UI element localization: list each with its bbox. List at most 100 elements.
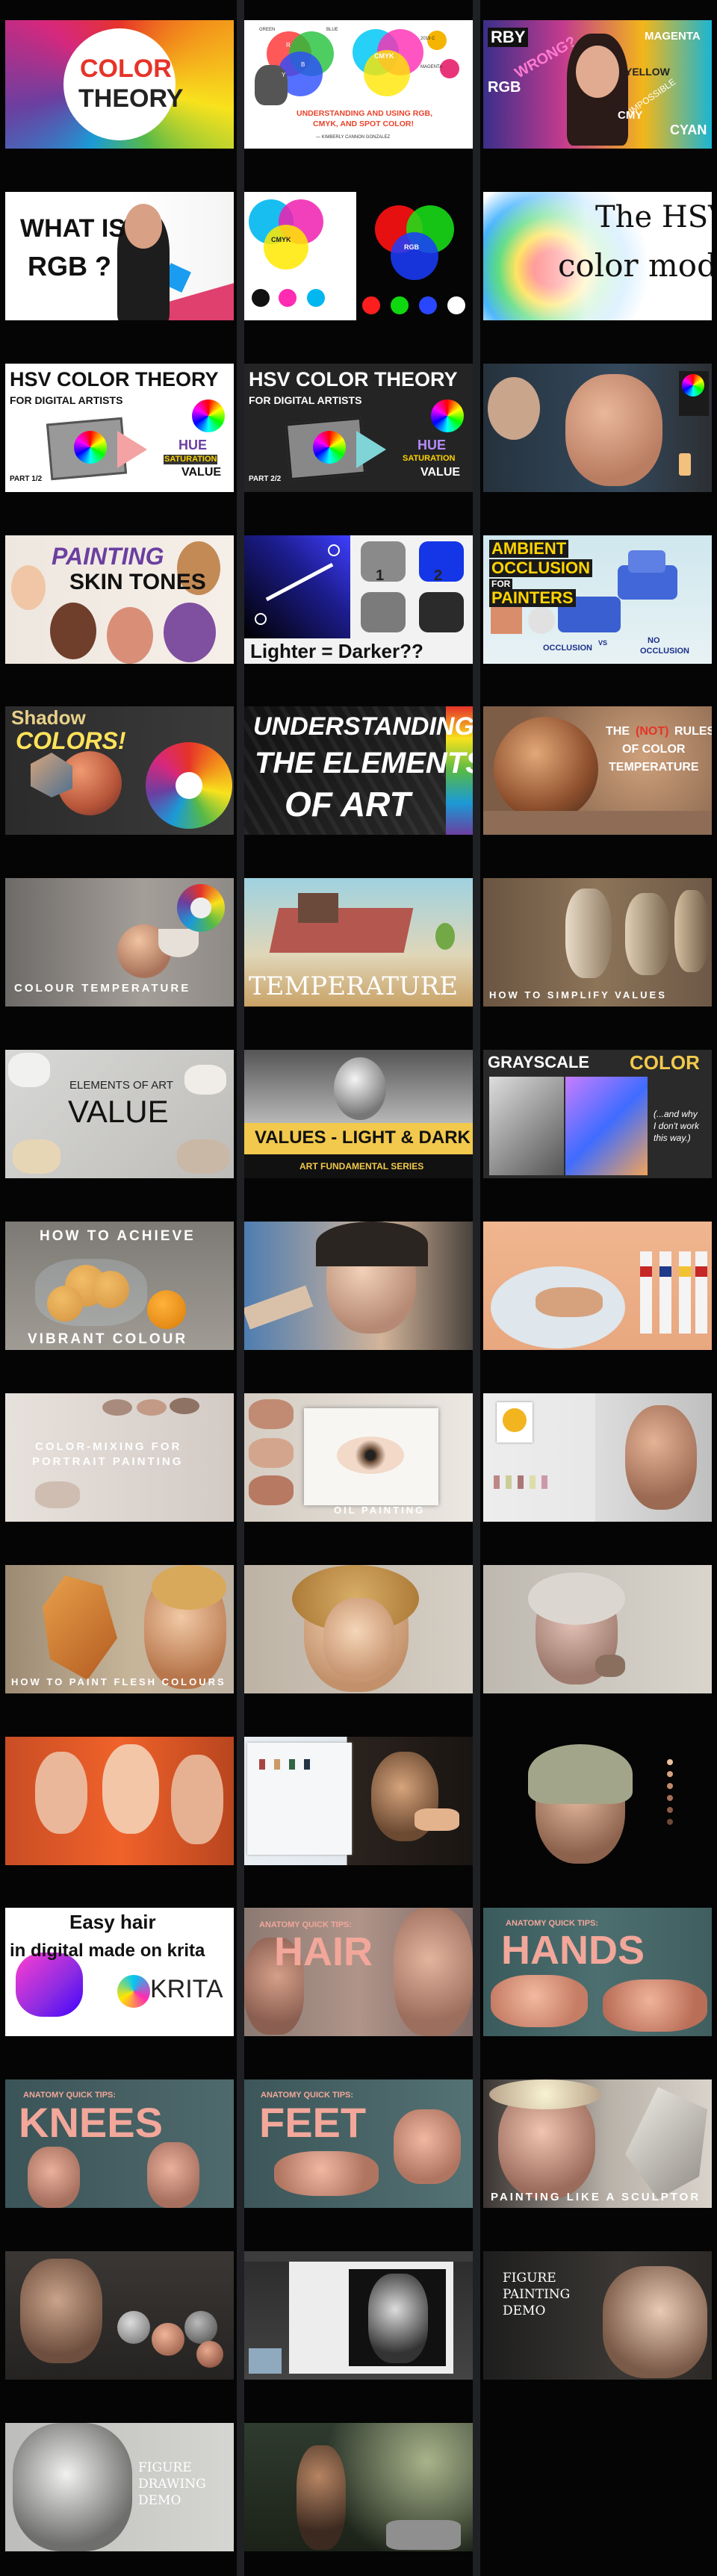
video-thumbnail[interactable] <box>483 1565 712 1693</box>
video-thumbnail[interactable]: COLOR THEORY <box>5 20 234 149</box>
thumbnail-artwork <box>576 46 619 98</box>
video-thumbnail[interactable]: PAINTING SKIN TONES <box>5 535 234 664</box>
video-thumbnail[interactable]: ANATOMY QUICK TIPS: HANDS <box>483 1908 712 2036</box>
thumbnail-artwork <box>667 1819 673 1825</box>
video-thumbnail[interactable]: HSV COLOR THEORY FOR DIGITAL ARTISTS PART … <box>244 364 473 492</box>
thumbnail-title-text: AMBIENT <box>489 540 569 558</box>
thumbnail-artwork <box>117 431 147 468</box>
thumbnail-artwork <box>528 1744 633 1804</box>
thumbnail-artwork <box>362 296 380 314</box>
thumbnail-title-text: KNEES <box>19 2099 163 2146</box>
thumbnail-artwork <box>137 1399 167 1416</box>
thumbnail-title-text: Lighter = Darker?? <box>250 640 423 662</box>
thumbnail-title-text: NO <box>648 636 660 645</box>
thumbnail-title-text: (NOT) <box>636 725 669 738</box>
thumbnail-artwork <box>177 1139 229 1174</box>
video-thumbnail[interactable]: ANATOMY QUICK TIPS: FEET <box>244 2079 473 2208</box>
video-thumbnail[interactable]: HOW TO ACHIEVE VIBRANT COLOUR <box>5 1222 234 1350</box>
video-thumbnail[interactable]: Shadow COLORS! <box>5 706 234 835</box>
video-thumbnail[interactable]: GRAYSCALE COLOR (...and why I don't work thi… <box>483 1050 712 1178</box>
thumbnail-artwork <box>249 2348 282 2374</box>
video-thumbnail[interactable]: TEMPERATURE <box>244 878 473 1007</box>
thumbnail-artwork <box>316 1222 428 1266</box>
video-thumbnail[interactable]: HOW TO SIMPLIFY VALUES <box>483 878 712 1007</box>
thumbnail-title-text: KRITA <box>150 1975 223 2003</box>
thumbnail-artwork <box>494 717 598 821</box>
thumbnail-artwork <box>274 1759 280 1770</box>
video-thumbnail[interactable]: FIGURE DRAWING DEMO <box>5 2423 234 2551</box>
thumbnail-artwork <box>184 2311 217 2344</box>
thumbnail-artwork <box>667 1783 673 1789</box>
video-thumbnail[interactable]: OIL PAINTING <box>244 1393 473 1522</box>
video-thumbnail[interactable]: COLOUR TEMPERATURE <box>5 878 234 1007</box>
thumbnail-title-text: ART FUNDAMENTAL SERIES <box>299 1161 424 1172</box>
thumbnail-artwork <box>394 1908 473 2036</box>
video-thumbnail[interactable]: ANATOMY QUICK TIPS: HAIR <box>244 1908 473 2036</box>
video-thumbnail[interactable]: ELEMENTS OF ART VALUE <box>5 1050 234 1178</box>
thumbnail-title-text: HSV COLOR THEORY <box>249 368 458 391</box>
video-thumbnail[interactable]: COLOR-MIXING FOR PORTRAIT PAINTING <box>5 1393 234 1522</box>
thumbnail-artwork <box>667 1771 673 1777</box>
video-thumbnail[interactable] <box>244 2251 473 2380</box>
video-thumbnail[interactable] <box>483 1393 712 1522</box>
thumbnail-artwork <box>659 1266 671 1277</box>
video-thumbnail[interactable] <box>244 1737 473 1865</box>
thumbnail-title-text: color model <box>558 247 712 284</box>
thumbnail-title-text: SKIN TONES <box>69 570 206 594</box>
video-thumbnail[interactable]: WHAT IS RGB ? <box>5 192 234 320</box>
thumbnail-artwork <box>249 1475 294 1505</box>
video-thumbnail[interactable]: THE (NOT) RULES OF COLOR TEMPERATURE <box>483 706 712 835</box>
video-thumbnail[interactable]: UNDERSTANDING AND USING RGB, CMYK, AND SP… <box>244 20 473 149</box>
video-thumbnail[interactable] <box>483 1222 712 1350</box>
video-thumbnail[interactable]: HOW TO PAINT FLESH COLOURS <box>5 1565 234 1693</box>
thumbnail-artwork <box>35 1481 80 1508</box>
thumbnail-artwork <box>269 908 414 953</box>
thumbnail-title-text: RGB ? <box>28 251 111 281</box>
thumbnail-artwork <box>255 613 267 625</box>
thumbnail-artwork <box>304 1759 310 1770</box>
video-thumbnail[interactable]: ANATOMY QUICK TIPS: KNEES <box>5 2079 234 2208</box>
video-thumbnail[interactable] <box>483 364 712 492</box>
thumbnail-title-text: MAGENTA <box>420 65 443 69</box>
video-thumbnail[interactable]: CMYK RGB <box>244 192 473 320</box>
thumbnail-title-text: FOR DIGITAL ARTISTS <box>249 394 362 406</box>
thumbnail-title-text: COLOR <box>80 55 172 83</box>
thumbnail-artwork <box>170 1398 199 1414</box>
thumbnail-artwork <box>74 431 107 464</box>
video-thumbnail[interactable]: Easy hair in digital made on krita KRITA <box>5 1908 234 2036</box>
thumbnail-title-text: COLORS! <box>16 727 126 754</box>
thumbnail-artwork <box>679 1266 691 1277</box>
thumbnail-title-text: RGB <box>404 243 419 251</box>
video-thumbnail[interactable] <box>244 2423 473 2551</box>
video-thumbnail[interactable]: PAINTING LIKE A SCULPTOR <box>483 2079 712 2208</box>
video-thumbnail[interactable]: AMBIENT OCCLUSION FOR PAINTERS OCCLUSION VS NO… <box>483 535 712 664</box>
video-thumbnail[interactable] <box>244 1222 473 1350</box>
thumbnail-title-text: GREEN <box>259 28 276 32</box>
thumbnail-title-text: VALUE <box>181 466 222 479</box>
thumbnail-title-text: OCCLUSION <box>543 644 592 653</box>
thumbnail-title-text: PORTRAIT PAINTING <box>32 1455 184 1468</box>
video-thumbnail[interactable] <box>5 1737 234 1865</box>
video-thumbnail[interactable]: HSV COLOR THEORY FOR DIGITAL ARTISTS PART … <box>5 364 234 492</box>
video-thumbnail[interactable]: RBY RGB WRONG? YELLOW MAGENTA CYAN CMY IMPOSSIB… <box>483 20 712 149</box>
thumbnail-title-text: FIGURE <box>138 2460 192 2475</box>
thumbnail-artwork <box>11 565 46 610</box>
thumbnail-artwork <box>530 1475 536 1489</box>
thumbnail-artwork <box>415 1808 459 1831</box>
video-thumbnail[interactable]: VALUES - LIGHT & DARK ART FUNDAMENTAL SER… <box>244 1050 473 1178</box>
thumbnail-artwork <box>491 1975 588 2027</box>
video-thumbnail[interactable] <box>5 2251 234 2380</box>
thumbnail-title-text: IMPOSSIBLE <box>627 76 678 116</box>
thumbnail-artwork <box>667 1759 673 1765</box>
thumbnail-artwork <box>323 1598 395 1681</box>
video-thumbnail[interactable]: 1 2 Lighter = Darker?? <box>244 535 473 664</box>
video-thumbnail[interactable]: FIGURE PAINTING DEMO <box>483 2251 712 2380</box>
video-thumbnail[interactable]: UNDERSTANDING THE ELEMENTS OF ART <box>244 706 473 835</box>
thumbnail-title-text: VIBRANT COLOUR <box>28 1331 188 1347</box>
video-thumbnail[interactable]: The HSV color model <box>483 192 712 320</box>
video-thumbnail[interactable] <box>244 1565 473 1693</box>
thumbnail-artwork <box>102 1399 132 1416</box>
thumbnail-artwork <box>356 431 386 468</box>
video-thumbnail[interactable] <box>483 1737 712 1865</box>
thumbnail-title-text: WHAT IS <box>20 214 126 243</box>
